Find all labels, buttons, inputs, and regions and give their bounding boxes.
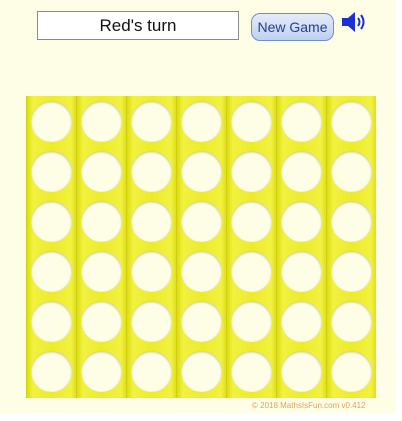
new-game-label: New Game (257, 19, 328, 35)
board-cell (131, 251, 172, 292)
board-cell (231, 151, 272, 192)
turn-status: Red's turn (37, 11, 239, 40)
board-cell (181, 301, 222, 342)
board-cell (281, 251, 322, 292)
board-cell (231, 251, 272, 292)
board-cell (181, 351, 222, 392)
turn-status-text: Red's turn (99, 15, 177, 35)
board-cell (181, 151, 222, 192)
board-cell (31, 351, 72, 392)
board-cell (131, 201, 172, 242)
board-cell (331, 201, 372, 242)
board-cell (31, 251, 72, 292)
board-cell (81, 101, 122, 142)
board-column-6[interactable] (276, 96, 326, 398)
board-cell (281, 151, 322, 192)
game-board (26, 96, 376, 398)
board-column-7[interactable] (326, 96, 376, 398)
board-cell (81, 201, 122, 242)
board-cell (81, 251, 122, 292)
board-cell (331, 151, 372, 192)
board-cell (331, 301, 372, 342)
speaker-volume-icon[interactable] (340, 10, 370, 34)
copyright-text: © 2018 MathsIsFun.com v0.412 (252, 401, 366, 410)
board-cell (181, 201, 222, 242)
board-cell (331, 351, 372, 392)
board-cell (81, 351, 122, 392)
board-column-5[interactable] (226, 96, 276, 398)
board-cell (281, 301, 322, 342)
board-cell (31, 201, 72, 242)
board-column-3[interactable] (126, 96, 176, 398)
board-cell (331, 251, 372, 292)
board-cell (181, 251, 222, 292)
board-cell (131, 151, 172, 192)
board-cell (281, 101, 322, 142)
board-cell (281, 201, 322, 242)
board-cell (81, 301, 122, 342)
board-cell (131, 301, 172, 342)
board-column-4[interactable] (176, 96, 226, 398)
board-column-2[interactable] (76, 96, 126, 398)
board-cell (31, 151, 72, 192)
board-column-1[interactable] (26, 96, 76, 398)
board-cell (81, 151, 122, 192)
board-cell (231, 201, 272, 242)
board-cell (281, 351, 322, 392)
board-cell (31, 301, 72, 342)
board-cell (31, 101, 72, 142)
board-cell (131, 101, 172, 142)
board-cell (231, 301, 272, 342)
board-cell (331, 101, 372, 142)
board-cell (231, 101, 272, 142)
connect-four-game: Red's turn New Game © 2018 MathsIsFun.co… (0, 0, 396, 413)
new-game-button[interactable]: New Game (251, 13, 334, 41)
board-cell (181, 101, 222, 142)
board-cell (231, 351, 272, 392)
board-cell (131, 351, 172, 392)
